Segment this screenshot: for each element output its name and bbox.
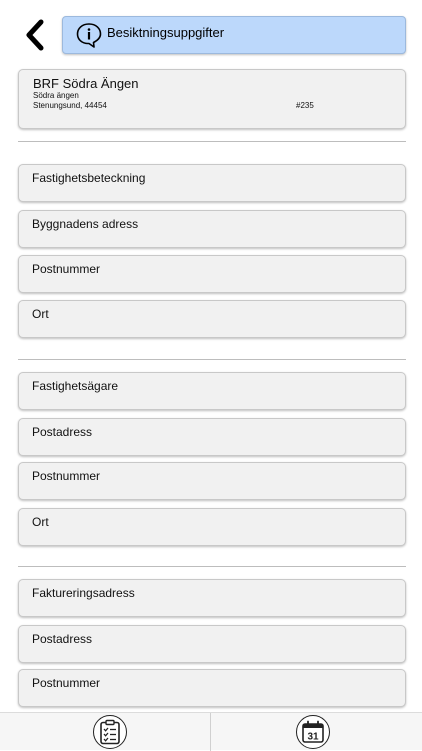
field-label: Postnummer <box>32 469 101 483</box>
chevron-left-icon <box>26 19 44 51</box>
field-label: Fastighetsbeteckning <box>32 171 146 185</box>
property-card[interactable]: BRF Södra Ängen Södra ängen Stenungsund,… <box>18 69 406 129</box>
billing-postnummer-field[interactable]: Postnummer <box>18 669 406 707</box>
property-name: BRF Södra Ängen <box>33 76 139 91</box>
checklist-tab-button[interactable] <box>93 715 127 749</box>
info-icon <box>76 23 102 48</box>
fastighetsbeteckning-field[interactable]: Fastighetsbeteckning <box>18 164 406 202</box>
property-number: #235 <box>296 101 314 110</box>
field-label: Ort <box>32 307 49 321</box>
calendar-icon: 31 <box>302 720 324 743</box>
owner-postadress-field[interactable]: Postadress <box>18 418 406 456</box>
field-label: Postadress <box>32 632 93 646</box>
owner-ort-field[interactable]: Ort <box>18 508 406 546</box>
field-label: Faktureringsadress <box>32 586 135 600</box>
checklist-icon <box>100 719 120 745</box>
ort-field[interactable]: Ort <box>18 300 406 338</box>
section-divider <box>18 359 406 360</box>
faktureringsadress-field[interactable]: Faktureringsadress <box>18 579 406 617</box>
header-title-bar: Besiktningsuppgifter <box>62 16 406 54</box>
page-title: Besiktningsuppgifter <box>107 24 225 40</box>
tab-separator <box>210 713 211 751</box>
field-label: Ort <box>32 515 49 529</box>
bottom-nav-bar: 31 <box>0 712 422 751</box>
field-label: Fastighetsägare <box>32 379 119 393</box>
field-label: Postadress <box>32 425 93 439</box>
byggnadens-adress-field[interactable]: Byggnadens adress <box>18 210 406 248</box>
billing-postadress-field[interactable]: Postadress <box>18 625 406 663</box>
field-label: Postnummer <box>32 676 101 690</box>
section-divider <box>18 566 406 567</box>
owner-postnummer-field[interactable]: Postnummer <box>18 462 406 500</box>
section-divider <box>18 141 406 142</box>
calendar-day: 31 <box>307 732 319 743</box>
property-street: Södra ängen <box>33 91 79 100</box>
back-button[interactable] <box>18 17 52 53</box>
field-label: Byggnadens adress <box>32 217 139 231</box>
calendar-tab-button[interactable]: 31 <box>296 715 330 749</box>
property-city: Stenungsund, 44454 <box>33 101 107 110</box>
field-label: Postnummer <box>32 262 101 276</box>
fastighetsagare-field[interactable]: Fastighetsägare <box>18 372 406 410</box>
postnummer-field[interactable]: Postnummer <box>18 255 406 293</box>
